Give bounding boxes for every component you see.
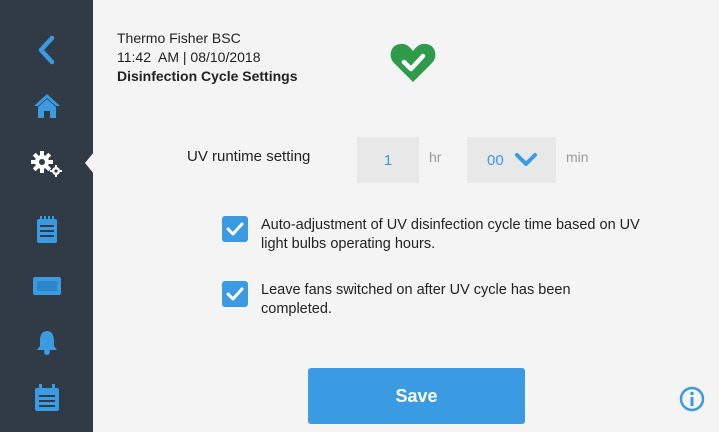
home-icon: [33, 94, 60, 118]
bell-icon: [36, 331, 57, 355]
minutes-value: 00: [487, 151, 504, 169]
auto-adjust-option: Auto-adjustment of UV disinfection cycle…: [222, 216, 641, 254]
sidebar-item-settings[interactable]: [0, 138, 93, 190]
back-button[interactable]: [0, 24, 93, 76]
sidebar-item-home[interactable]: [0, 80, 93, 132]
datetime: 11:42 AM | 08/10/2018: [117, 49, 261, 65]
clipboard-icon: [36, 216, 57, 243]
minutes-unit-label: min: [566, 149, 589, 165]
fans-on-checkbox[interactable]: [222, 281, 248, 307]
device-name: Thermo Fisher BSC: [117, 30, 241, 46]
checkmark-icon: [226, 222, 244, 236]
uv-runtime-label: UV runtime setting: [187, 148, 311, 165]
chevron-down-icon: [514, 153, 537, 166]
sidebar-item-calendar[interactable]: [0, 372, 93, 424]
checkmark-icon: [226, 287, 244, 301]
active-indicator: [85, 152, 94, 174]
minutes-dropdown[interactable]: 00: [467, 137, 556, 183]
hours-unit-label: hr: [429, 149, 442, 165]
fans-on-label: Leave fans switched on after UV cycle ha…: [261, 282, 571, 317]
auto-adjust-label: Auto-adjustment of UV disinfection cycle…: [261, 217, 640, 252]
sidebar-item-logs[interactable]: [0, 204, 93, 256]
header: Thermo Fisher BSC 11:42 AM | 08/10/2018 …: [117, 29, 297, 86]
sidebar-item-alarms[interactable]: [0, 316, 93, 368]
settings-gears-icon: [30, 151, 62, 177]
sidebar: [0, 0, 94, 432]
calendar-icon: [34, 384, 59, 411]
monitor-icon: [32, 277, 61, 295]
back-arrow-icon: [38, 35, 54, 65]
page-title: Disinfection Cycle Settings: [117, 68, 298, 84]
fans-on-option: Leave fans switched on after UV cycle ha…: [222, 281, 641, 319]
heart-check-icon: [390, 43, 436, 82]
save-button[interactable]: Save: [308, 368, 525, 424]
auto-adjust-checkbox[interactable]: [222, 216, 248, 242]
info-icon[interactable]: [679, 386, 705, 412]
hours-value: 1: [383, 151, 393, 169]
sidebar-item-display[interactable]: [0, 260, 93, 312]
hours-input[interactable]: 1: [357, 137, 419, 183]
